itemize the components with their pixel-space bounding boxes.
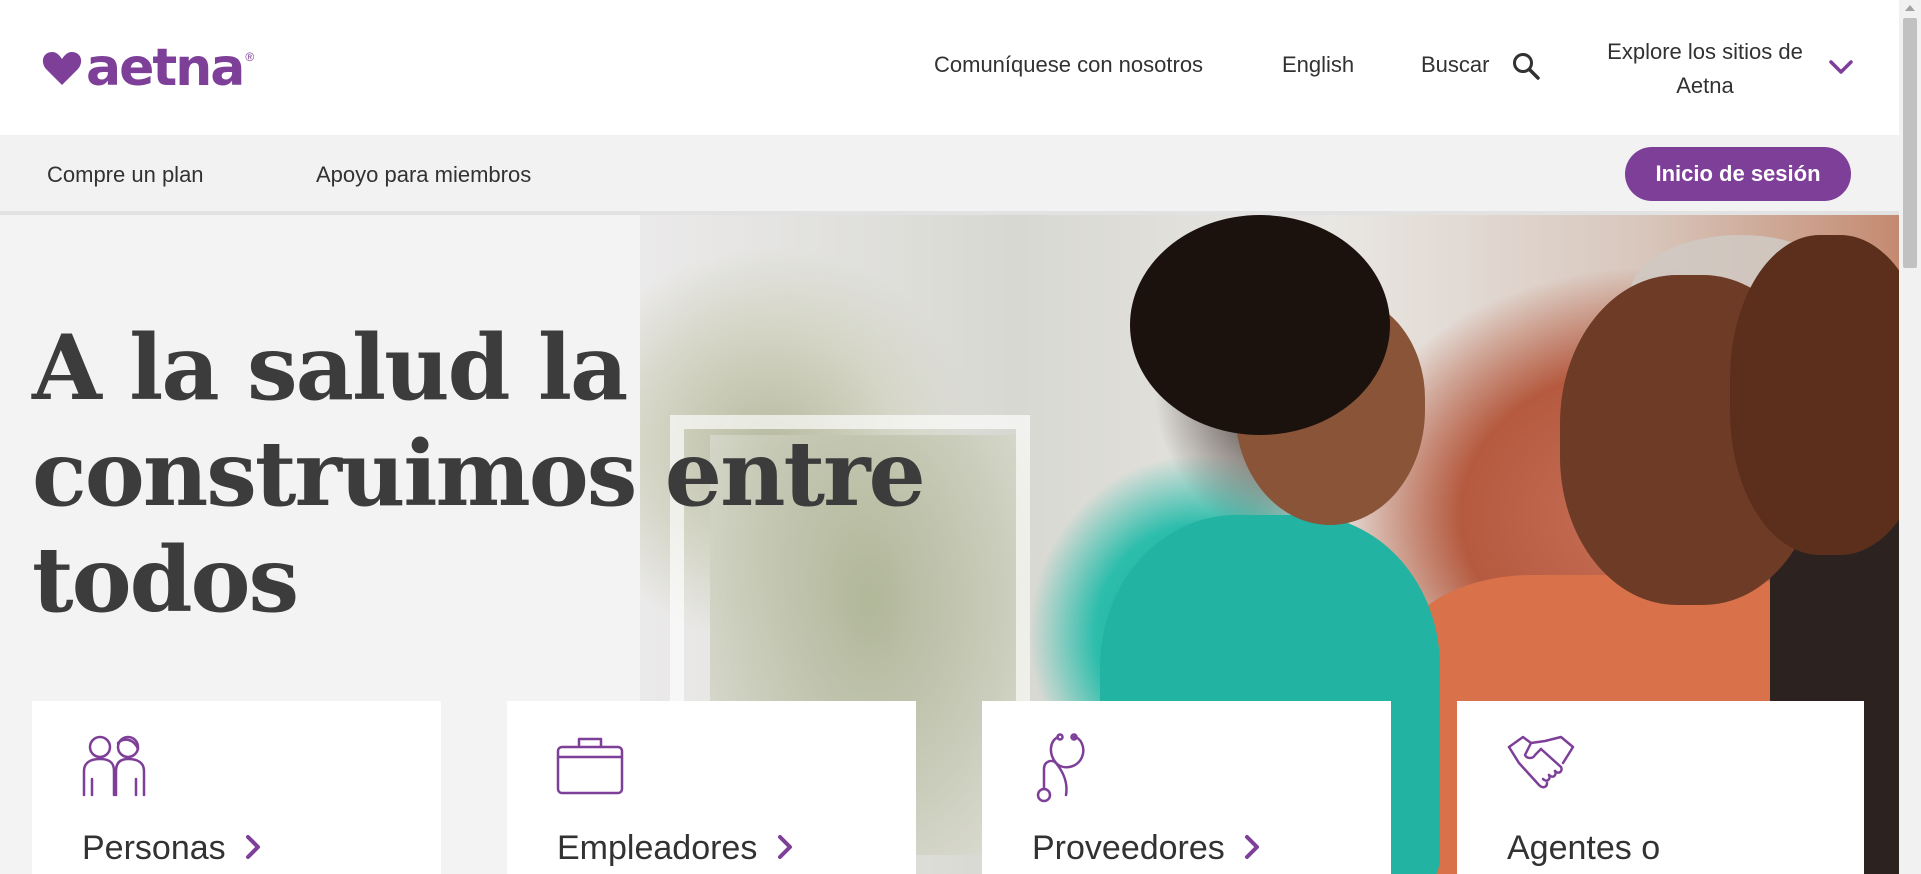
hero-headline: A la salud la construimos entre todos — [32, 315, 926, 633]
card-label-employers: Empleadores — [557, 829, 758, 867]
page-scrollbar[interactable] — [1899, 0, 1921, 874]
card-label-providers: Proveedores — [1032, 829, 1225, 867]
man-face — [1730, 235, 1899, 555]
stethoscope-icon — [1036, 733, 1085, 803]
language-link[interactable]: English — [1282, 52, 1354, 78]
nav-shop-plan[interactable]: Compre un plan — [47, 162, 204, 188]
scrollbar-thumb[interactable] — [1903, 18, 1917, 268]
contact-link[interactable]: Comuníquese con nosotros — [934, 52, 1203, 78]
handshake-icon — [1507, 735, 1575, 789]
heart-icon — [42, 52, 82, 85]
audience-card-individuals[interactable]: Personas — [32, 701, 441, 874]
people-icon — [82, 735, 146, 797]
nav-member-support[interactable]: Apoyo para miembros — [316, 162, 531, 188]
logo-wordmark: aetna — [86, 38, 245, 98]
scroll-up-arrow-icon[interactable] — [1905, 5, 1915, 11]
audience-card-agents[interactable]: Agentes o — [1457, 701, 1864, 874]
chevron-right-icon — [777, 835, 792, 860]
chevron-down-icon[interactable] — [1828, 58, 1854, 76]
search-link[interactable]: Buscar — [1421, 52, 1489, 78]
card-label-agents: Agentes o — [1507, 829, 1661, 867]
search-icon[interactable] — [1512, 52, 1540, 80]
explore-sites-menu[interactable]: Explore los sitios de Aetna — [1585, 35, 1825, 103]
main-nav: Compre un plan Apoyo para miembros Inici… — [0, 135, 1899, 215]
login-button[interactable]: Inicio de sesión — [1625, 147, 1851, 201]
audience-card-providers[interactable]: Proveedores — [982, 701, 1391, 874]
briefcase-icon — [556, 737, 624, 795]
chevron-right-icon — [1245, 835, 1260, 860]
audience-card-employers[interactable]: Empleadores — [507, 701, 916, 874]
chevron-right-icon — [246, 835, 261, 860]
registered-mark: ® — [245, 50, 255, 64]
baby-hair — [1130, 215, 1390, 435]
site-header: aetna ® Comuníquese con nosotros English… — [0, 0, 1899, 135]
card-label-individuals: Personas — [82, 829, 226, 867]
aetna-logo[interactable]: aetna ® — [42, 42, 254, 94]
